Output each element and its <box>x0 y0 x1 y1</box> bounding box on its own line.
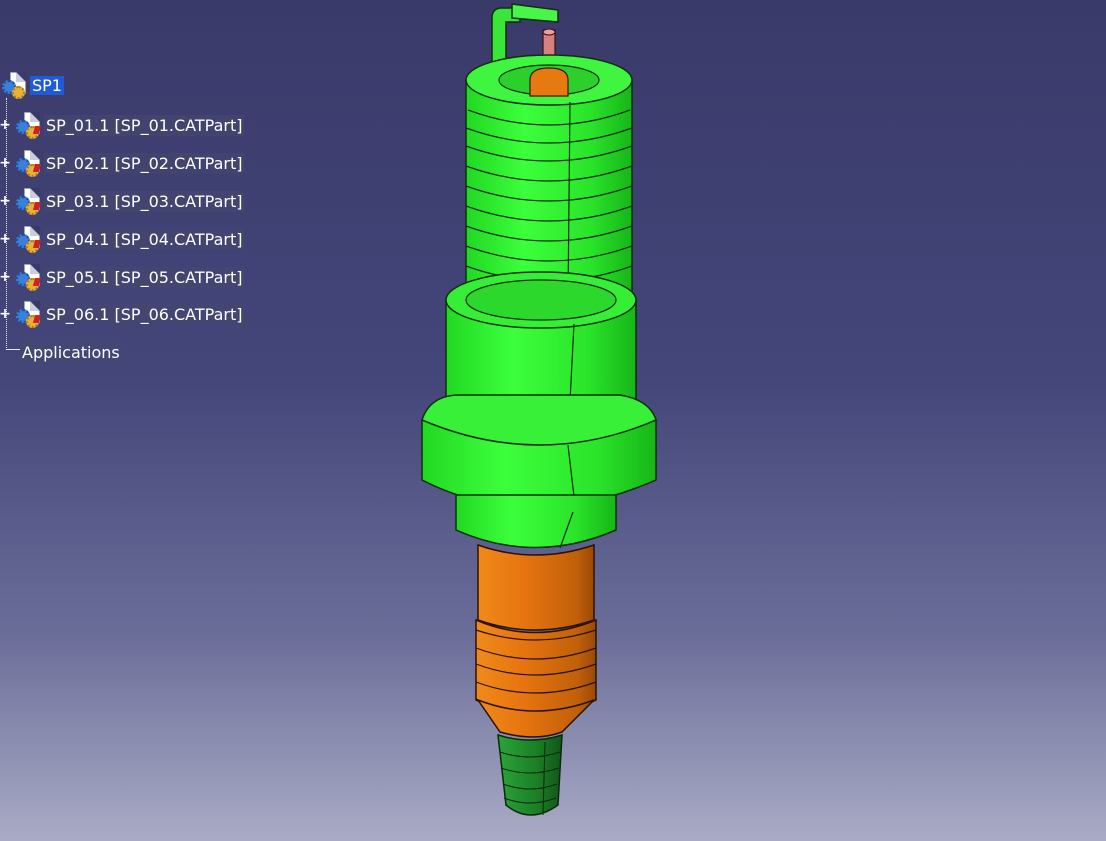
insulator <box>475 543 597 738</box>
part-icon <box>14 301 42 328</box>
tree-item-label[interactable]: SP_03.1 [SP_03.CATPart] <box>44 190 245 212</box>
expand-icon[interactable]: + <box>0 156 11 170</box>
part-icon <box>14 188 42 215</box>
tree-item-label[interactable]: SP_06.1 [SP_06.CATPart] <box>44 303 245 325</box>
tree-item-sp02[interactable]: + SP_02.1 [SP_02.CATPart] <box>0 150 245 177</box>
tree-item-sp04[interactable]: + SP_04.1 [SP_04.CATPart] <box>0 226 245 253</box>
tree-item-label[interactable]: SP_01.1 [SP_01.CATPart] <box>44 114 245 136</box>
terminal-tip <box>497 733 563 816</box>
tree-connector-line <box>6 349 20 350</box>
part-icon <box>14 112 42 139</box>
expand-icon[interactable]: + <box>0 307 11 321</box>
part-icon <box>14 226 42 253</box>
expand-icon[interactable]: + <box>0 118 11 132</box>
tree-item-label[interactable]: SP_04.1 [SP_04.CATPart] <box>44 228 245 250</box>
threaded-section <box>465 54 633 301</box>
tree-item-sp01[interactable]: + SP_01.1 [SP_01.CATPart] <box>0 112 245 139</box>
expand-icon[interactable]: + <box>0 232 11 246</box>
part-icon <box>14 264 42 291</box>
applications-label[interactable]: Applications <box>20 341 122 363</box>
shell-collar <box>455 494 617 549</box>
tree-item-label[interactable]: SP_02.1 [SP_02.CATPart] <box>44 152 245 174</box>
specification-tree: SP1 + SP_01.1 [SP_01.CATPart] + SP_02.1 … <box>0 0 300 380</box>
tree-root-node[interactable]: SP1 <box>0 72 64 99</box>
spark-plug-model[interactable] <box>400 0 700 841</box>
tree-item-applications[interactable]: Applications <box>20 339 122 365</box>
part-icon <box>14 150 42 177</box>
tree-item-label[interactable]: SP_05.1 [SP_05.CATPart] <box>44 266 245 288</box>
expand-icon[interactable]: + <box>0 194 11 208</box>
expand-icon[interactable]: + <box>0 270 11 284</box>
tree-item-sp03[interactable]: + SP_03.1 [SP_03.CATPart] <box>0 188 245 215</box>
tree-root-label[interactable]: SP1 <box>30 75 64 95</box>
tree-item-sp06[interactable]: + SP_06.1 [SP_06.CATPart] <box>0 301 245 328</box>
product-icon <box>0 72 28 99</box>
hex-nut <box>421 394 657 509</box>
tree-item-sp05[interactable]: + SP_05.1 [SP_05.CATPart] <box>0 264 245 291</box>
